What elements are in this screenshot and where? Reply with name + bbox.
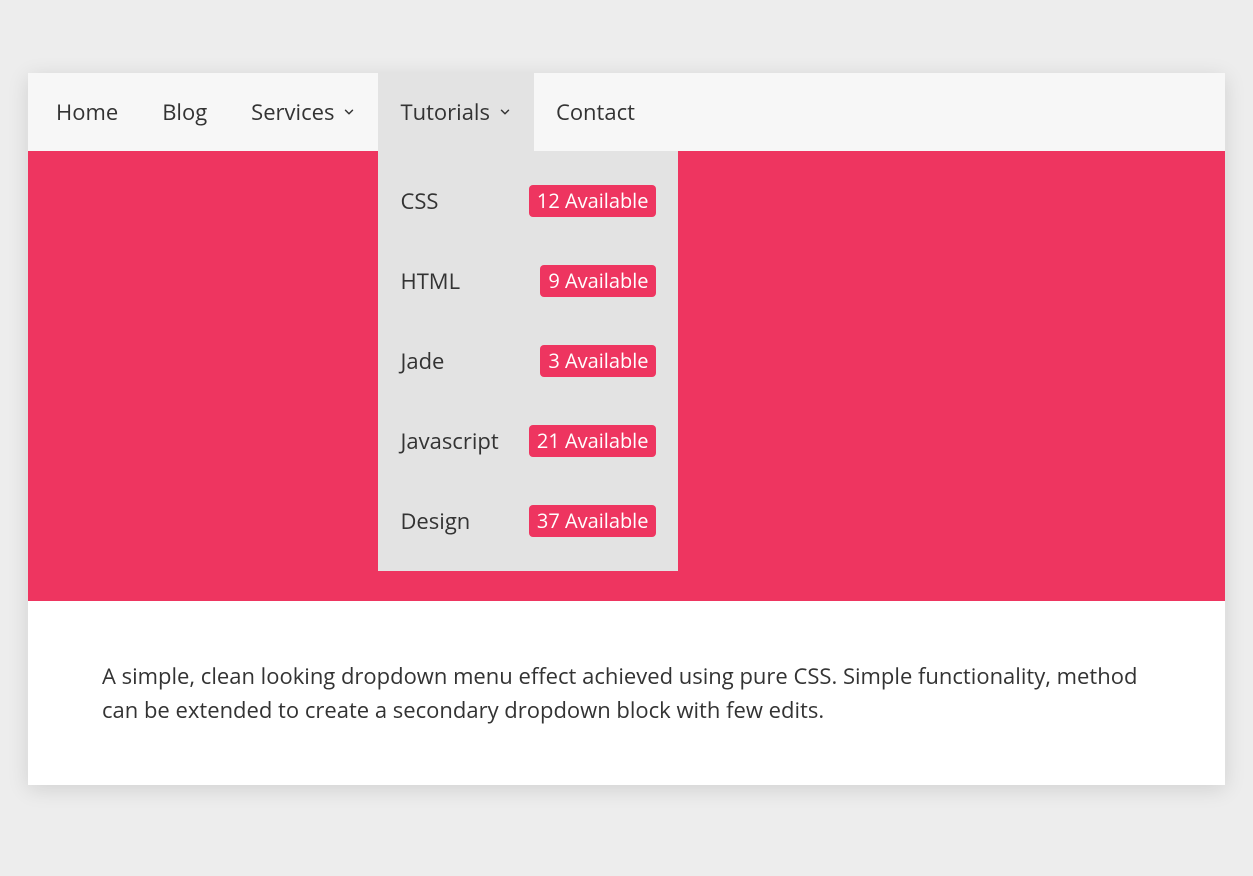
chevron-down-icon <box>498 105 512 119</box>
nav-item-label: Home <box>56 97 118 127</box>
dropdown-item-label: CSS <box>400 186 438 216</box>
nav-item-blog[interactable]: Blog <box>140 73 229 151</box>
nav-item-label: Contact <box>556 97 635 127</box>
dropdown-item-html[interactable]: HTML 9 Available <box>378 241 678 321</box>
availability-badge: 9 Available <box>540 265 656 297</box>
nav-item-contact[interactable]: Contact <box>534 73 657 151</box>
dropdown-item-jade[interactable]: Jade 3 Available <box>378 321 678 401</box>
nav-item-tutorials[interactable]: Tutorials CSS 12 Available HTML 9 Availa… <box>378 73 534 151</box>
nav-item-label: Blog <box>162 97 207 127</box>
dropdown-item-label: Design <box>400 506 470 536</box>
chevron-down-icon <box>342 105 356 119</box>
description-box: A simple, clean looking dropdown menu ef… <box>28 601 1225 785</box>
page-card: Home Blog Services Tutorials CSS 12 Avai… <box>28 73 1225 785</box>
nav-item-label: Services <box>251 97 334 127</box>
tutorials-dropdown: CSS 12 Available HTML 9 Available Jade 3… <box>378 151 678 571</box>
availability-badge: 3 Available <box>540 345 656 377</box>
availability-badge: 37 Available <box>529 505 657 537</box>
dropdown-item-javascript[interactable]: Javascript 21 Available <box>378 401 678 481</box>
dropdown-item-label: HTML <box>400 266 460 296</box>
availability-badge: 21 Available <box>529 425 657 457</box>
dropdown-item-css[interactable]: CSS 12 Available <box>378 161 678 241</box>
dropdown-item-label: Javascript <box>400 426 498 456</box>
availability-badge: 12 Available <box>529 185 657 217</box>
nav-item-services[interactable]: Services <box>229 73 378 151</box>
dropdown-item-design[interactable]: Design 37 Available <box>378 481 678 561</box>
nav-item-home[interactable]: Home <box>34 73 140 151</box>
nav-item-label: Tutorials <box>400 97 490 127</box>
dropdown-item-label: Jade <box>400 346 444 376</box>
description-text: A simple, clean looking dropdown menu ef… <box>102 659 1151 727</box>
main-nav: Home Blog Services Tutorials CSS 12 Avai… <box>28 73 1225 151</box>
